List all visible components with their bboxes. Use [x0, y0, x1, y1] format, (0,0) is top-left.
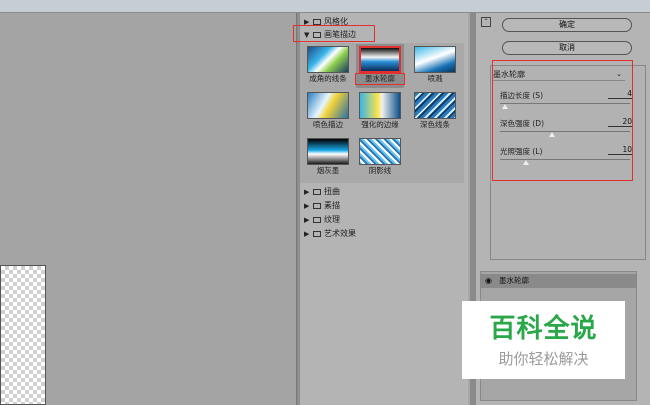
filter-preview-image — [359, 46, 401, 73]
filter-thumb[interactable]: 喷溅 — [411, 44, 459, 88]
category-sketch[interactable]: ▶ 素描 — [304, 200, 340, 212]
filter-thumb-selected[interactable]: 墨水轮廓 — [355, 44, 405, 88]
folder-icon — [313, 231, 321, 237]
filter-preview-image — [307, 92, 349, 119]
filter-preview-image — [307, 138, 349, 165]
highlight-frame — [492, 60, 633, 181]
eye-icon[interactable]: ◉ — [485, 274, 495, 288]
filter-preview-image — [414, 92, 456, 119]
filter-label: 成角的线条 — [309, 74, 347, 83]
filter-label: 阴影线 — [368, 166, 392, 175]
filter-label: 深色线条 — [420, 120, 450, 129]
filter-thumb[interactable]: 烟灰墨 — [304, 136, 352, 180]
folder-icon — [313, 217, 321, 223]
filter-preview-image — [414, 46, 456, 73]
watermark-title: 百科全说 — [489, 314, 598, 344]
category-label: 纹理 — [324, 215, 340, 224]
category-texture[interactable]: ▶ 纹理 — [304, 214, 340, 226]
expand-arrow-icon[interactable]: ▶ — [304, 228, 313, 240]
expand-arrow-icon[interactable]: ▶ — [304, 214, 313, 226]
top-bar — [0, 0, 650, 13]
folder-icon — [313, 203, 321, 209]
category-label: 素描 — [324, 201, 340, 210]
highlight-frame — [293, 25, 375, 42]
filter-label: 烟灰墨 — [316, 166, 340, 175]
collapse-gallery-icon[interactable]: ⌃ — [481, 17, 491, 27]
filter-thumb[interactable]: 阴影线 — [356, 136, 404, 180]
filter-thumb[interactable]: 喷色描边 — [304, 90, 352, 134]
filter-label: 墨水轮廓 — [355, 73, 405, 85]
filter-preview-image — [359, 92, 401, 119]
expand-arrow-icon[interactable]: ▶ — [304, 200, 313, 212]
filter-thumb[interactable]: 成角的线条 — [304, 44, 352, 88]
folder-icon — [313, 189, 321, 195]
category-artistic[interactable]: ▶ 艺术效果 — [304, 228, 356, 240]
transparent-canvas — [0, 265, 46, 405]
watermark-subtitle: 助你轻松解决 — [498, 350, 589, 368]
effect-layer-label: 墨水轮廓 — [499, 276, 529, 285]
filter-label: 喷溅 — [427, 74, 443, 83]
category-label: 扭曲 — [324, 187, 340, 196]
filter-label: 强化的边缘 — [361, 120, 399, 129]
filter-preview-image — [359, 138, 401, 165]
filter-thumb[interactable]: 强化的边缘 — [356, 90, 404, 134]
category-distort[interactable]: ▶ 扭曲 — [304, 186, 340, 198]
cancel-button[interactable]: 取消 — [502, 41, 632, 55]
ok-button[interactable]: 确定 — [502, 18, 632, 32]
category-label: 艺术效果 — [324, 229, 356, 238]
filter-preview-image — [307, 46, 349, 73]
expand-arrow-icon[interactable]: ▶ — [304, 186, 313, 198]
filter-thumb[interactable]: 深色线条 — [411, 90, 459, 134]
filter-label: 喷色描边 — [313, 120, 343, 129]
watermark: 百科全说 助你轻松解决 — [462, 301, 625, 379]
effect-layer-row[interactable]: ◉ 墨水轮廓 — [481, 274, 636, 288]
